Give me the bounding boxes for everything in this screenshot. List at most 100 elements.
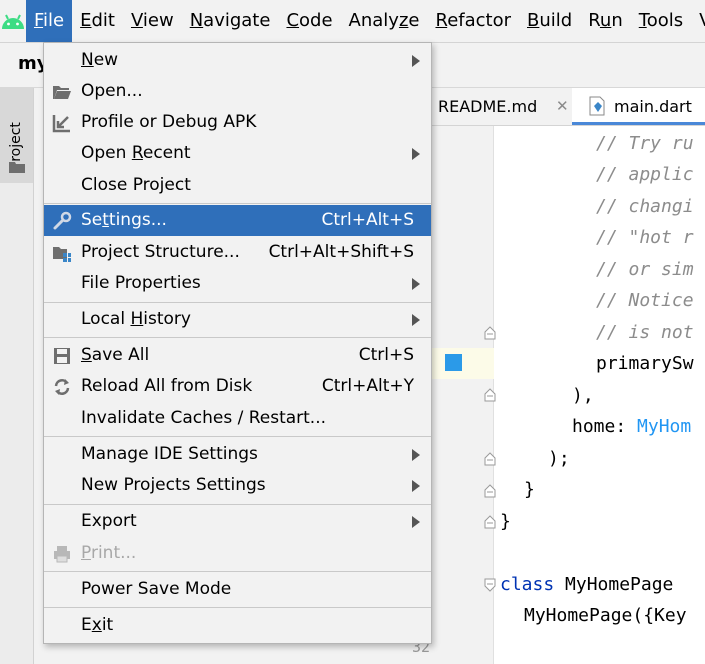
menu-file[interactable]: File — [26, 0, 73, 42]
fold-marker-icon[interactable] — [484, 515, 496, 529]
project-tool-tab[interactable]: Project — [0, 88, 33, 183]
menu-item-reload-from-disk[interactable]: Reload All from Disk Ctrl+Alt+Y — [44, 371, 431, 402]
menu-edit[interactable]: Edit — [72, 0, 123, 42]
menu-navigate[interactable]: Navigate — [182, 0, 279, 42]
menu-separator — [44, 436, 431, 437]
menu-separator — [44, 607, 431, 608]
menu-item-label: Exit — [81, 615, 114, 635]
code-line: // Try ru — [596, 133, 694, 154]
menu-item-local-history[interactable]: Local History — [44, 304, 431, 335]
menu-item-label: Export — [81, 511, 137, 531]
menu-item-label: Open... — [81, 81, 143, 101]
code-line: } — [500, 511, 511, 532]
submenu-arrow-icon — [412, 278, 420, 290]
close-icon[interactable]: ✕ — [556, 88, 569, 125]
menu-refactor[interactable]: Refactor — [427, 0, 519, 42]
fold-marker-icon[interactable] — [484, 484, 496, 498]
code-line: MyHomePage({Key — [524, 605, 687, 626]
menu-code[interactable]: Code — [278, 0, 340, 42]
menu-item-save-all[interactable]: Save All Ctrl+S — [44, 340, 431, 371]
menu-item-shortcut: Ctrl+Alt+Shift+S — [268, 242, 414, 262]
submenu-arrow-icon — [412, 314, 420, 326]
menu-separator — [44, 504, 431, 505]
menu-item-project-structure[interactable]: Project Structure... Ctrl+Alt+Shift+S — [44, 237, 431, 268]
printer-icon — [54, 546, 70, 563]
fold-marker-icon[interactable] — [484, 578, 496, 592]
file-menu-dropdown: New Open... Profile or Debug APK Open Re… — [43, 42, 432, 644]
project-structure-icon — [53, 247, 71, 262]
menu-item-label: File Properties — [81, 273, 201, 293]
menu-item-exit[interactable]: Exit — [44, 610, 431, 641]
menu-separator — [44, 302, 431, 303]
menu-run[interactable]: Run — [580, 0, 631, 42]
wrench-icon — [53, 211, 72, 230]
submenu-arrow-icon — [412, 516, 420, 528]
menu-item-label: Manage IDE Settings — [81, 444, 258, 464]
menu-item-label: Close Project — [81, 175, 191, 195]
tab-readme[interactable]: README.md ✕ — [438, 88, 569, 125]
code-line: // changi — [596, 196, 694, 217]
editor-tabs: README.md ✕ main.dart — [430, 88, 705, 126]
code-line: } — [524, 479, 535, 500]
menu-item-profile-debug-apk[interactable]: Profile or Debug APK — [44, 107, 431, 138]
menu-vcs[interactable]: VC — [691, 0, 705, 42]
menu-item-invalidate-caches[interactable]: Invalidate Caches / Restart... — [44, 403, 431, 434]
fold-marker-icon[interactable] — [484, 388, 496, 402]
code-line: // Notice — [596, 290, 694, 311]
code-token: class — [500, 574, 555, 595]
menu-item-print: Print... — [44, 538, 431, 569]
menu-build[interactable]: Build — [519, 0, 580, 42]
submenu-arrow-icon — [412, 480, 420, 492]
code-line: primarySw — [596, 353, 694, 374]
code-line: home: MyHom — [572, 416, 691, 437]
android-icon — [0, 0, 26, 42]
menu-separator — [44, 203, 431, 204]
menu-item-export[interactable]: Export — [44, 506, 431, 537]
folder-icon — [9, 162, 25, 173]
dart-file-icon — [589, 96, 605, 116]
menu-separator — [44, 571, 431, 572]
fold-marker-icon[interactable] — [484, 326, 496, 340]
menu-item-open[interactable]: Open... — [44, 76, 431, 107]
submenu-arrow-icon — [412, 148, 420, 160]
code-line: // is not — [596, 322, 694, 343]
menu-item-shortcut: Ctrl+Alt+S — [321, 210, 414, 230]
menu-item-manage-ide-settings[interactable]: Manage IDE Settings — [44, 439, 431, 470]
menu-item-new-projects-settings[interactable]: New Projects Settings — [44, 470, 431, 501]
menu-item-label: Save All — [81, 345, 150, 365]
menu-item-label: Print... — [81, 543, 137, 563]
code-token: home: — [572, 416, 638, 437]
code-line: ), — [572, 385, 594, 406]
menu-item-settings[interactable]: Settings... Ctrl+Alt+S — [44, 205, 431, 236]
code-token: MyHom — [637, 416, 692, 437]
menu-item-label: Project Structure... — [81, 242, 240, 262]
menu-item-new[interactable]: New — [44, 45, 431, 76]
menu-analyze[interactable]: Analyze — [341, 0, 428, 42]
menu-item-label: New — [81, 50, 119, 70]
menu-item-label: Invalidate Caches / Restart... — [81, 408, 327, 428]
open-folder-icon — [53, 86, 71, 99]
import-arrow-icon — [52, 115, 70, 133]
menu-view[interactable]: View — [123, 0, 182, 42]
fold-marker-icon[interactable] — [484, 452, 496, 466]
code-line: // "hot r — [596, 227, 694, 248]
menu-item-label: Settings... — [81, 210, 167, 230]
menu-item-close-project[interactable]: Close Project — [44, 170, 431, 201]
refresh-icon — [54, 379, 70, 395]
menu-item-label: Power Save Mode — [81, 579, 232, 599]
menu-item-open-recent[interactable]: Open Recent — [44, 138, 431, 169]
menu-item-power-save-mode[interactable]: Power Save Mode — [44, 574, 431, 605]
menu-item-file-properties[interactable]: File Properties — [44, 268, 431, 299]
left-tool-window-strip: Project — [0, 88, 34, 664]
code-token: MyHomePage — [554, 574, 674, 595]
menu-tools[interactable]: Tools — [631, 0, 691, 42]
menu-item-shortcut: Ctrl+Alt+Y — [321, 376, 414, 396]
menu-separator — [44, 337, 431, 338]
menu-item-label: Open Recent — [81, 143, 191, 163]
color-swatch-marker[interactable] — [445, 354, 462, 371]
code-line: class MyHomePage — [500, 574, 673, 595]
main-menu-bar: File Edit View Navigate Code Analyze Ref… — [0, 0, 705, 43]
tab-main-dart[interactable]: main.dart — [572, 88, 705, 125]
menu-item-label: Reload All from Disk — [81, 376, 253, 396]
code-line: // applic — [596, 164, 694, 185]
